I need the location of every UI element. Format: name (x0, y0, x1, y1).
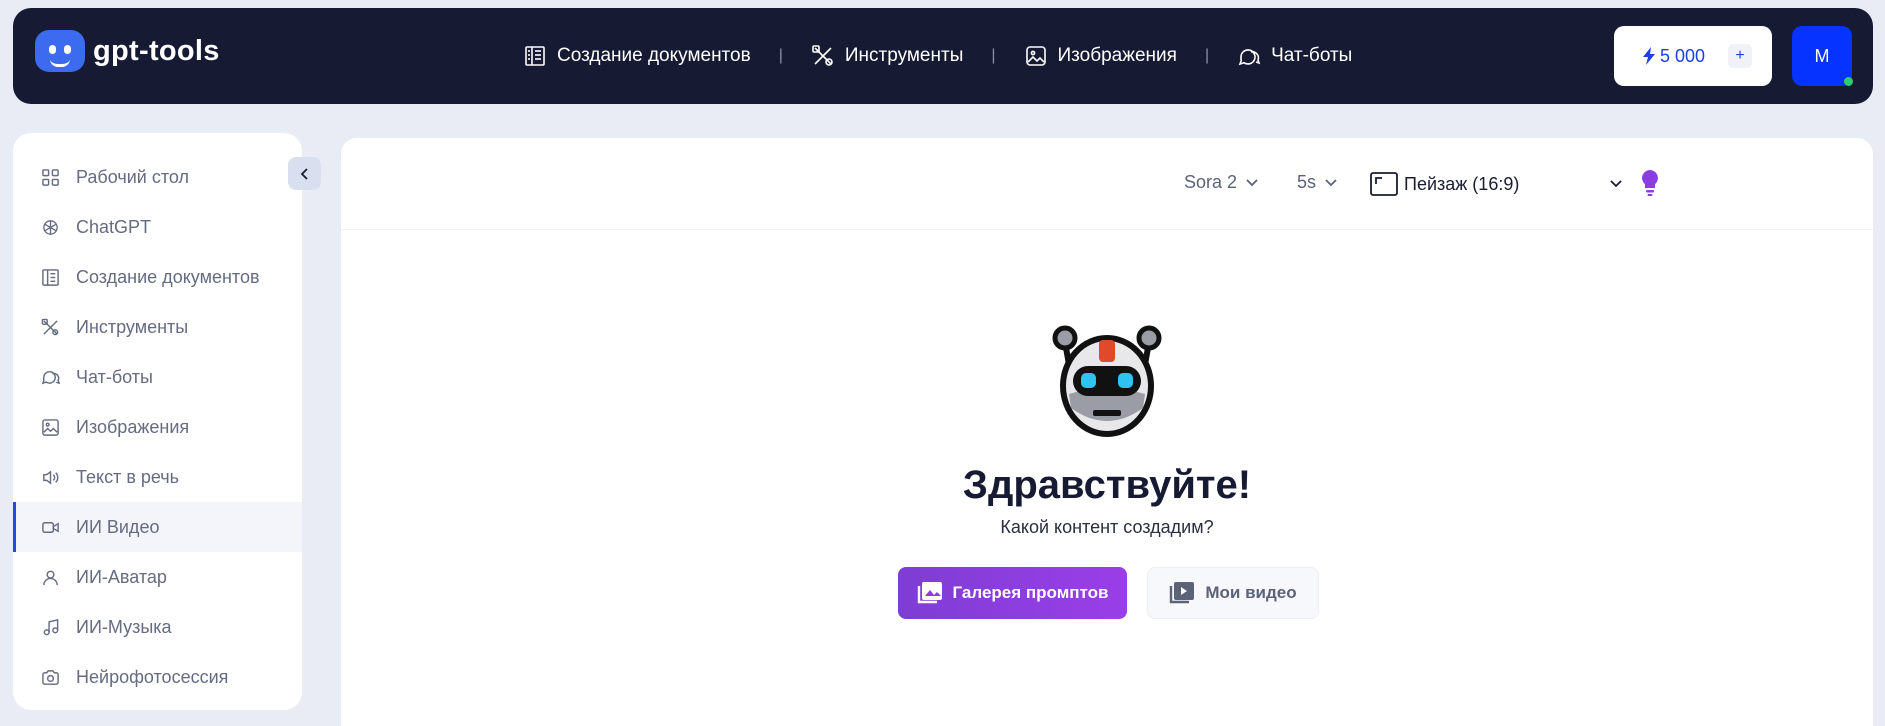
logo-text: gpt-tools (93, 34, 220, 67)
my-videos-label: Мои видео (1205, 583, 1297, 602)
sidebar-item-ai-avatar[interactable]: ИИ-Аватар (13, 552, 302, 602)
sidebar-item-label: Нейрофотосессия (76, 666, 229, 687)
image-icon (1025, 46, 1046, 66)
top-nav: Создание документов | Инструменты | Изоб… (523, 44, 1352, 68)
document-icon (525, 46, 545, 66)
duration-select[interactable]: 5s (1297, 172, 1340, 193)
camera-icon (42, 669, 59, 685)
sidebar-item-label: Создание документов (76, 266, 260, 287)
sidebar-collapse-button[interactable] (288, 157, 321, 190)
generation-toolbar: Sora 2 5s Пейзаж (16:9) (341, 138, 1873, 230)
chevron-down-icon (1246, 178, 1258, 186)
sidebar-item-photoshoot[interactable]: Нейрофотосессия (13, 652, 302, 702)
logo[interactable]: gpt-tools (35, 30, 220, 72)
video-icon (42, 521, 59, 533)
sidebar-item-documents[interactable]: Создание документов (13, 252, 302, 302)
online-status-dot (1844, 77, 1853, 86)
user-icon (43, 570, 58, 585)
sidebar-item-label: Инструменты (76, 316, 189, 337)
sidebar-item-ai-music[interactable]: ИИ-Музыка (13, 602, 302, 652)
model-select-value: Sora 2 (1184, 172, 1238, 192)
sidebar-item-label: ИИ-Музыка (76, 616, 172, 637)
openai-icon (43, 219, 58, 235)
sidebar-item-chatbots[interactable]: Чат-боты (13, 352, 302, 402)
greeting-heading: Здравствуйте! (962, 463, 1252, 507)
sidebar: Рабочий стол ChatGPT Создание документов… (13, 133, 302, 710)
gallery-icon (917, 582, 942, 604)
my-videos-button[interactable]: Мои видео (1147, 567, 1319, 619)
nav-item-documents[interactable]: Создание документов (523, 44, 751, 68)
nav-item-label: Инструменты (844, 45, 964, 66)
top-bar: gpt-tools Создание документов | Инструме… (13, 8, 1873, 104)
model-select[interactable]: Sora 2 (1184, 172, 1261, 193)
tools-icon (812, 45, 833, 66)
sidebar-item-text-to-speech[interactable]: Текст в речь (13, 452, 302, 502)
add-balance-button[interactable]: + (1728, 44, 1752, 68)
sidebar-item-dashboard[interactable]: Рабочий стол (13, 152, 302, 202)
prompt-gallery-label: Галерея промптов (952, 583, 1109, 602)
aspect-ratio-value: Пейзаж (16:9) (1404, 173, 1520, 194)
lightbulb-icon[interactable] (1638, 169, 1662, 197)
lightning-icon (1643, 47, 1655, 65)
music-icon (43, 618, 59, 635)
aspect-ratio-icon (1370, 172, 1398, 196)
greeting-subtitle: Какой контент создадим? (1000, 517, 1214, 537)
balance-button[interactable]: 5 000 + (1614, 26, 1772, 86)
prompt-gallery-button[interactable]: Галерея промптов (898, 567, 1127, 619)
speaker-icon (43, 469, 59, 485)
sidebar-item-label: Чат-боты (76, 366, 153, 387)
sidebar-item-images[interactable]: Изображения (13, 402, 302, 452)
sidebar-item-label: Изображения (76, 416, 190, 437)
chevron-left-icon (300, 167, 308, 180)
chat-icon (41, 370, 60, 384)
sidebar-item-label: Текст в речь (76, 466, 180, 487)
avatar-letter: M (1814, 46, 1830, 66)
nav-separator: | (991, 47, 996, 64)
nav-item-chatbots[interactable]: Чат-боты (1237, 44, 1352, 68)
nav-separator: | (1204, 47, 1210, 64)
balance-value: 5 000 (1660, 45, 1706, 66)
sidebar-item-label: ИИ Видео (76, 516, 160, 537)
robot-mascot-icon (1052, 325, 1162, 437)
sidebar-item-label: ChatGPT (76, 216, 152, 237)
nav-item-label: Изображения (1057, 45, 1177, 66)
sidebar-item-ai-video[interactable]: ИИ Видео (13, 502, 302, 552)
chevron-down-icon (1325, 178, 1337, 186)
nav-separator: | (778, 47, 783, 64)
duration-select-value: 5s (1297, 172, 1317, 192)
sidebar-item-tools[interactable]: Инструменты (13, 302, 302, 352)
nav-item-label: Чат-боты (1271, 45, 1353, 66)
user-avatar[interactable]: M (1792, 26, 1853, 86)
dashboard-icon (42, 168, 59, 186)
video-library-icon (1170, 582, 1195, 604)
aspect-ratio-select[interactable]: Пейзаж (16:9) (1370, 172, 1625, 196)
image-icon (42, 418, 59, 436)
nav-item-label: Создание документов (557, 45, 751, 66)
nav-item-tools[interactable]: Инструменты (811, 44, 963, 68)
main-panel: Sora 2 5s Пейзаж (16:9) Здравствуйте! Ка… (341, 138, 1873, 726)
tools-icon (41, 318, 59, 335)
sidebar-item-chatgpt[interactable]: ChatGPT (13, 202, 302, 252)
chevron-down-icon (1610, 180, 1622, 188)
logo-robot-icon (35, 30, 85, 72)
nav-item-images[interactable]: Изображения (1024, 44, 1177, 68)
sidebar-item-label: Рабочий стол (76, 166, 189, 187)
sidebar-item-label: ИИ-Аватар (76, 566, 167, 587)
chat-icon (1238, 49, 1261, 66)
document-icon (42, 268, 59, 286)
